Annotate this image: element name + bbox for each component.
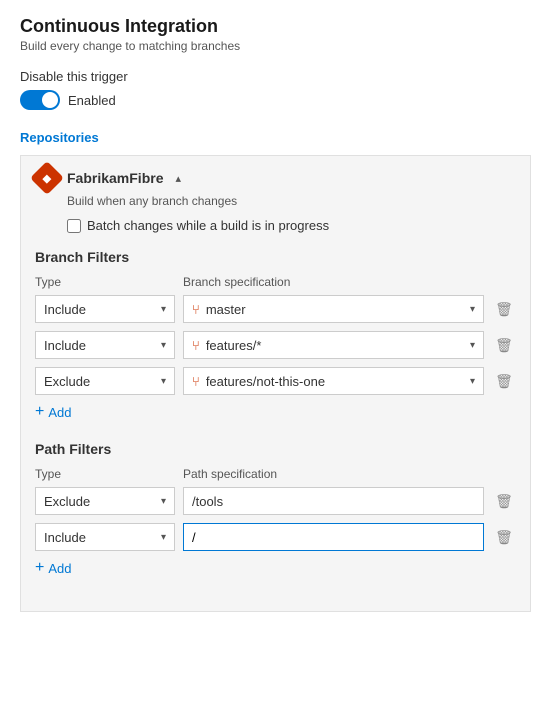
branch-spec-col-header: Branch specification [183, 275, 516, 289]
branch-spec-field-2: ⑂ features/* ▾ [183, 331, 484, 359]
chevron-down-icon-3: ▾ [161, 376, 166, 387]
add-branch-label: Add [48, 405, 71, 420]
path-spec-input-2[interactable] [183, 523, 484, 551]
page-title: Continuous Integration [20, 16, 531, 37]
path-spec-col-header: Path specification [183, 467, 516, 481]
branch-icon-1: ⑂ [192, 302, 200, 317]
delete-path-filter-2[interactable]: 🗑 [492, 525, 516, 549]
path-chevron-down-icon-1: ▾ [161, 496, 166, 507]
path-chevron-down-icon-2: ▾ [161, 532, 166, 543]
repo-expand-chevron[interactable]: ▴ [175, 172, 181, 185]
branch-spec-field-3: ⑂ features/not-this-one ▾ [183, 367, 484, 395]
add-branch-filter-button[interactable]: + Add [35, 403, 516, 421]
path-filter-row-2: Include ▾ 🗑 [35, 523, 516, 551]
path-type-select-1[interactable]: Exclude ▾ [35, 487, 175, 515]
branch-spec-chevron-2[interactable]: ▾ [470, 340, 475, 351]
path-spec-input-wrap-2 [183, 523, 484, 551]
branch-type-select-3[interactable]: Exclude ▾ [35, 367, 175, 395]
branch-spec-chevron-3[interactable]: ▾ [470, 376, 475, 387]
path-filter-row-1: Exclude ▾ /tools 🗑 [35, 487, 516, 515]
path-spec-field-1: /tools [183, 487, 484, 515]
path-filters-title: Path Filters [35, 441, 516, 457]
add-path-label: Add [48, 561, 71, 576]
chevron-down-icon-1: ▾ [161, 304, 166, 315]
disable-trigger-label: Disable this trigger [20, 69, 531, 84]
branch-filter-row-3: Exclude ▾ ⑂ features/not-this-one ▾ 🗑 [35, 367, 516, 395]
toggle-state-label: Enabled [68, 93, 116, 108]
branch-filters-title: Branch Filters [35, 249, 516, 265]
add-branch-plus-icon: + [35, 403, 44, 421]
branch-type-select-1[interactable]: Include ▾ [35, 295, 175, 323]
page-subtitle: Build every change to matching branches [20, 39, 531, 53]
batch-checkbox[interactable] [67, 219, 81, 233]
branch-spec-field-1: ⑂ master ▾ [183, 295, 484, 323]
delete-path-filter-1[interactable]: 🗑 [492, 489, 516, 513]
chevron-down-icon-2: ▾ [161, 340, 166, 351]
path-filters-section: Path Filters Type Path specification Exc… [35, 441, 516, 577]
branch-icon-3: ⑂ [192, 374, 200, 389]
delete-branch-filter-1[interactable]: 🗑 [492, 297, 516, 321]
enable-toggle[interactable] [20, 90, 60, 110]
repo-description: Build when any branch changes [67, 194, 516, 208]
batch-label: Batch changes while a build is in progre… [87, 218, 329, 233]
branch-type-col-header: Type [35, 275, 175, 289]
branch-spec-chevron-1[interactable]: ▾ [470, 304, 475, 315]
delete-branch-filter-2[interactable]: 🗑 [492, 333, 516, 357]
branch-filter-row-1: Include ▾ ⑂ master ▾ 🗑 [35, 295, 516, 323]
branch-type-select-2[interactable]: Include ▾ [35, 331, 175, 359]
add-path-plus-icon: + [35, 559, 44, 577]
branch-icon-2: ⑂ [192, 338, 200, 353]
delete-branch-filter-3[interactable]: 🗑 [492, 369, 516, 393]
path-type-col-header: Type [35, 467, 175, 481]
repo-name: FabrikamFibre [67, 170, 163, 186]
repo-block: ◆ FabrikamFibre ▴ Build when any branch … [20, 155, 531, 612]
repo-icon: ◆ [30, 161, 64, 195]
add-path-filter-button[interactable]: + Add [35, 559, 516, 577]
path-type-select-2[interactable]: Include ▾ [35, 523, 175, 551]
repositories-section-title: Repositories [20, 130, 531, 145]
branch-filter-row-2: Include ▾ ⑂ features/* ▾ 🗑 [35, 331, 516, 359]
